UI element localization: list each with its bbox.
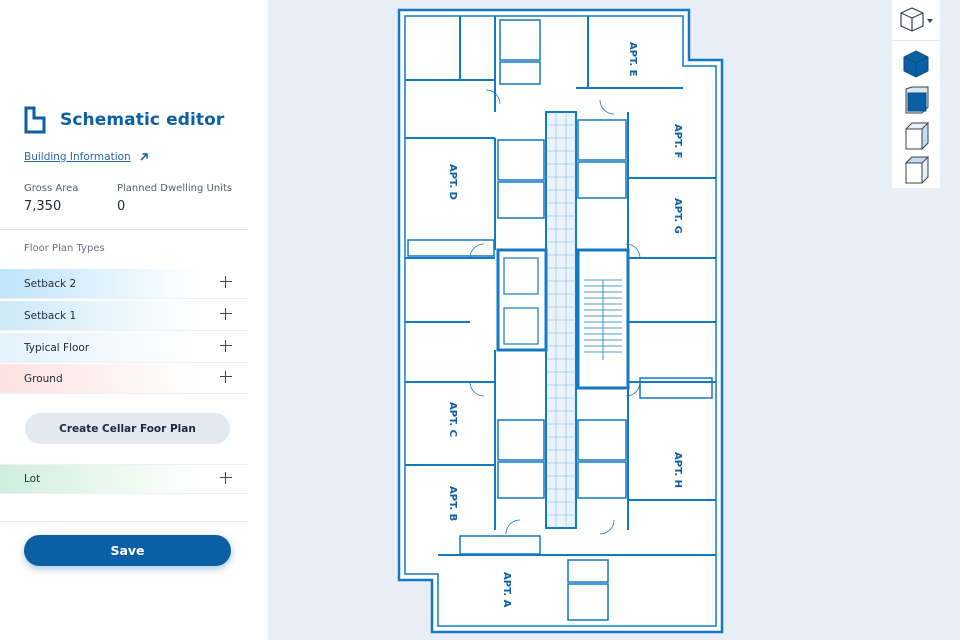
create-cellar-floor-plan-button[interactable]: Create Cellar Foor Plan xyxy=(25,413,230,444)
cube-outline-icon xyxy=(900,7,933,32)
add-icon[interactable] xyxy=(220,308,232,320)
add-icon[interactable] xyxy=(220,371,232,383)
building-information-label: Building Information xyxy=(24,151,131,163)
app-header: Schematic editor xyxy=(24,106,224,134)
apt-label-a[interactable]: APT. A xyxy=(501,572,512,608)
floor-plan-types-label: Floor Plan Types xyxy=(24,243,105,254)
cube-solid-icon xyxy=(903,50,929,78)
apt-label-g[interactable]: APT. G xyxy=(672,198,683,234)
floor-row-typical-floor[interactable]: Typical Floor xyxy=(0,333,248,363)
app-title: Schematic editor xyxy=(60,110,225,130)
view-mode-dropdown[interactable] xyxy=(892,2,940,38)
cube-side-icon xyxy=(905,121,929,151)
floor-row-label: Lot xyxy=(24,473,41,485)
apt-label-e[interactable]: APT. E xyxy=(627,42,638,77)
apt-label-d[interactable]: APT. D xyxy=(447,164,458,200)
building-information-link[interactable]: Building Information xyxy=(24,151,149,163)
floor-row-setback-1[interactable]: Setback 1 xyxy=(0,301,248,331)
view-side-button[interactable] xyxy=(892,118,940,154)
sidebar: Schematic editor Building Information Gr… xyxy=(0,0,268,640)
add-icon[interactable] xyxy=(220,472,232,484)
apt-label-b[interactable]: APT. B xyxy=(447,486,458,521)
apt-label-c[interactable]: APT. C xyxy=(447,402,458,437)
divider xyxy=(0,521,248,522)
arrow-up-right-icon xyxy=(140,153,148,161)
floor-row-setback-2[interactable]: Setback 2 xyxy=(0,269,248,299)
dwelling-units-label: Planned Dwelling Units xyxy=(117,183,233,194)
floor-row-label: Typical Floor xyxy=(24,341,90,354)
add-icon[interactable] xyxy=(220,340,232,352)
dwelling-units-value: 0 xyxy=(117,199,126,214)
floor-plan-drawing[interactable]: APT. E APT. F APT. D APT. G APT. C APT. … xyxy=(268,0,960,640)
chevron-down-icon xyxy=(927,19,933,23)
floor-row-label: Ground xyxy=(24,372,63,385)
add-icon[interactable] xyxy=(220,276,232,288)
save-button[interactable]: Save xyxy=(24,535,231,566)
divider xyxy=(892,40,940,41)
divider xyxy=(0,229,248,230)
floor-plan-logo-icon xyxy=(24,106,46,134)
gross-area-value: 7,350 xyxy=(24,199,62,214)
view-top-button[interactable] xyxy=(892,152,940,188)
apt-label-h[interactable]: APT. H xyxy=(672,452,683,488)
gross-area-label: Gross Area xyxy=(24,183,79,194)
view-front-button[interactable] xyxy=(892,82,940,118)
plan-canvas[interactable]: APT. E APT. F APT. D APT. G APT. C APT. … xyxy=(268,0,960,640)
apt-label-f[interactable]: APT. F xyxy=(672,124,683,158)
view-3d-button[interactable] xyxy=(892,46,940,82)
view-toolbar xyxy=(892,0,940,188)
floor-row-lot[interactable]: Lot xyxy=(0,464,248,494)
floor-row-label: Setback 2 xyxy=(24,277,77,290)
cube-front-icon xyxy=(905,86,929,114)
floor-row-label: Setback 1 xyxy=(24,309,77,322)
floor-row-ground[interactable]: Ground xyxy=(0,364,248,394)
cube-top-icon xyxy=(904,156,930,184)
